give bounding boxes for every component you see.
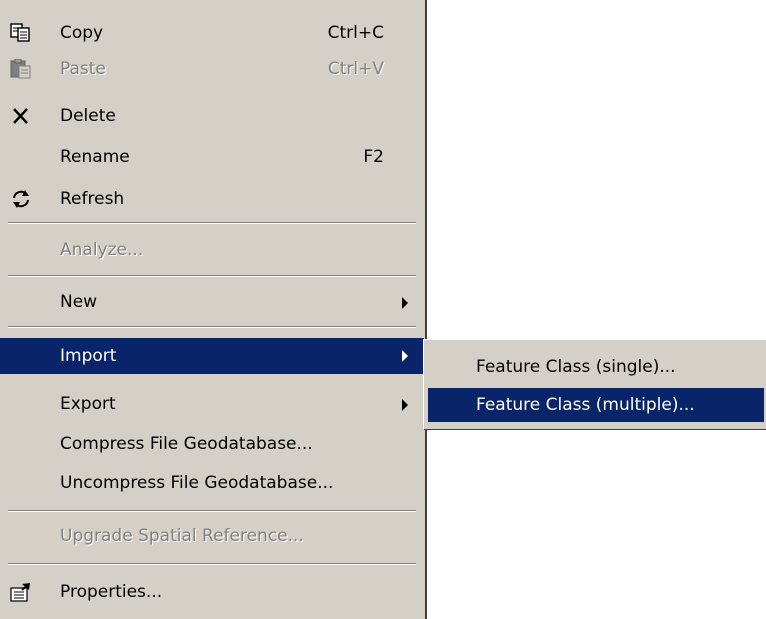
menu-item-label: Import xyxy=(60,346,117,366)
copy-icon xyxy=(10,23,32,43)
menu-item-upgrade-spatial-reference[interactable]: Upgrade Spatial Reference... xyxy=(0,519,424,553)
menu-item-shortcut: Ctrl+C xyxy=(327,23,384,43)
menu-item-label: Export xyxy=(60,394,116,414)
menu-separator xyxy=(8,222,416,224)
submenu-arrow-icon xyxy=(402,297,408,309)
menu-item-import[interactable]: Import xyxy=(0,338,424,374)
menu-item-label: Analyze... xyxy=(60,240,144,260)
menu-item-copy[interactable]: Copy Ctrl+C xyxy=(0,16,424,50)
menu-item-label: Refresh xyxy=(60,189,125,209)
menu-item-paste[interactable]: Paste Ctrl+V xyxy=(0,52,424,86)
menu-item-label: Delete xyxy=(60,106,116,126)
menu-shadow xyxy=(425,0,427,619)
menu-separator xyxy=(8,563,416,565)
menu-item-label: Compress File Geodatabase... xyxy=(60,434,313,454)
submenu-item-label: Feature Class (single)... xyxy=(476,357,676,377)
menu-item-shortcut: F2 xyxy=(363,147,384,167)
submenu-arrow-icon xyxy=(402,399,408,411)
context-menu: Copy Ctrl+C Paste Ctrl+V Delete Rename F… xyxy=(0,0,424,619)
menu-item-label: New xyxy=(60,292,98,312)
menu-separator xyxy=(8,275,416,277)
menu-item-label: Rename xyxy=(60,147,130,167)
refresh-icon xyxy=(10,189,32,209)
menu-item-rename[interactable]: Rename F2 xyxy=(0,140,424,174)
paste-icon xyxy=(10,59,32,79)
menu-separator xyxy=(8,510,416,512)
menu-item-compress-file-geodatabase[interactable]: Compress File Geodatabase... xyxy=(0,427,424,461)
submenu-item-feature-class-multiple[interactable]: Feature Class (multiple)... xyxy=(428,388,764,422)
submenu-item-label: Feature Class (multiple)... xyxy=(476,395,695,415)
menu-item-uncompress-file-geodatabase[interactable]: Uncompress File Geodatabase... xyxy=(0,466,424,500)
menu-item-new[interactable]: New xyxy=(0,285,424,319)
properties-icon xyxy=(10,582,32,602)
import-submenu: Feature Class (single)... Feature Class … xyxy=(423,339,766,429)
menu-item-label: Copy xyxy=(60,23,104,43)
delete-icon xyxy=(10,106,32,126)
menu-item-analyze[interactable]: Analyze... xyxy=(0,233,424,267)
menu-item-label: Paste xyxy=(60,59,106,79)
submenu-item-feature-class-single[interactable]: Feature Class (single)... xyxy=(428,350,764,384)
menu-item-label: Upgrade Spatial Reference... xyxy=(60,526,304,546)
menu-item-refresh[interactable]: Refresh xyxy=(0,182,424,216)
menu-separator xyxy=(8,326,416,328)
menu-item-label: Properties... xyxy=(60,582,163,602)
menu-item-properties[interactable]: Properties... xyxy=(0,575,424,609)
menu-item-shortcut: Ctrl+V xyxy=(327,59,384,79)
submenu-arrow-icon xyxy=(402,350,408,362)
menu-item-label: Uncompress File Geodatabase... xyxy=(60,473,334,493)
menu-item-export[interactable]: Export xyxy=(0,387,424,421)
menu-item-delete[interactable]: Delete xyxy=(0,99,424,133)
